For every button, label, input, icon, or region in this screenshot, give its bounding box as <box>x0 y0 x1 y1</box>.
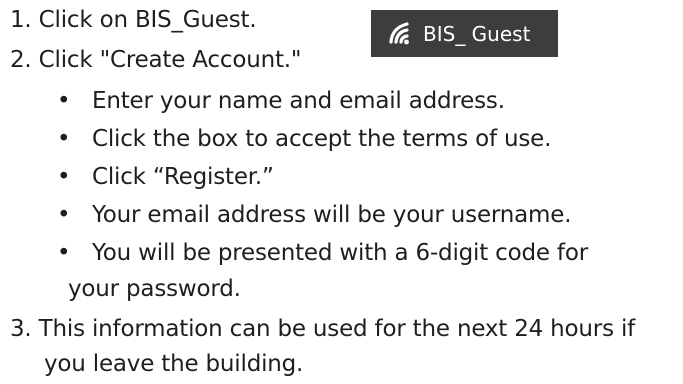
bullet-5-continuation: your password. <box>68 276 241 302</box>
wifi-network-badge: BIS_ Guest <box>371 10 558 57</box>
step-1: 1. Click on BIS_Guest. <box>10 6 257 34</box>
bullet-1-text: Enter your name and email address. <box>92 88 505 114</box>
step-2: 2. Click "Create Account." <box>10 46 301 74</box>
bullet-5-text: You will be presented with a 6-digit cod… <box>92 240 588 266</box>
step-1-text: Click on BIS_Guest. <box>38 7 257 33</box>
wifi-icon <box>389 21 409 44</box>
bullet-4-text: Your email address will be your username… <box>92 202 572 228</box>
bullet-dot: • <box>57 164 71 190</box>
bullet-2-text: Click the box to accept the terms of use… <box>92 126 552 152</box>
step-2-number: 2. <box>10 47 32 73</box>
bullet-dot: • <box>57 126 71 152</box>
step-3-continuation: you leave the building. <box>44 351 304 377</box>
step-3-number: 3. <box>10 316 32 342</box>
bullet-dot: • <box>57 240 71 266</box>
instructions-document: 1. Click on BIS_Guest. BIS_ Guest 2. Cli… <box>0 0 683 384</box>
step-1-number: 1. <box>10 7 32 33</box>
wifi-network-label: BIS_ Guest <box>423 21 531 46</box>
step-2-text: Click "Create Account." <box>38 47 302 73</box>
step-3: 3. This information can be used for the … <box>10 315 635 343</box>
bullet-3-text: Click “Register.” <box>92 164 274 190</box>
bullet-dot: • <box>57 202 71 228</box>
bullet-dot: • <box>57 88 71 114</box>
step-3-text: This information can be used for the nex… <box>38 316 636 342</box>
